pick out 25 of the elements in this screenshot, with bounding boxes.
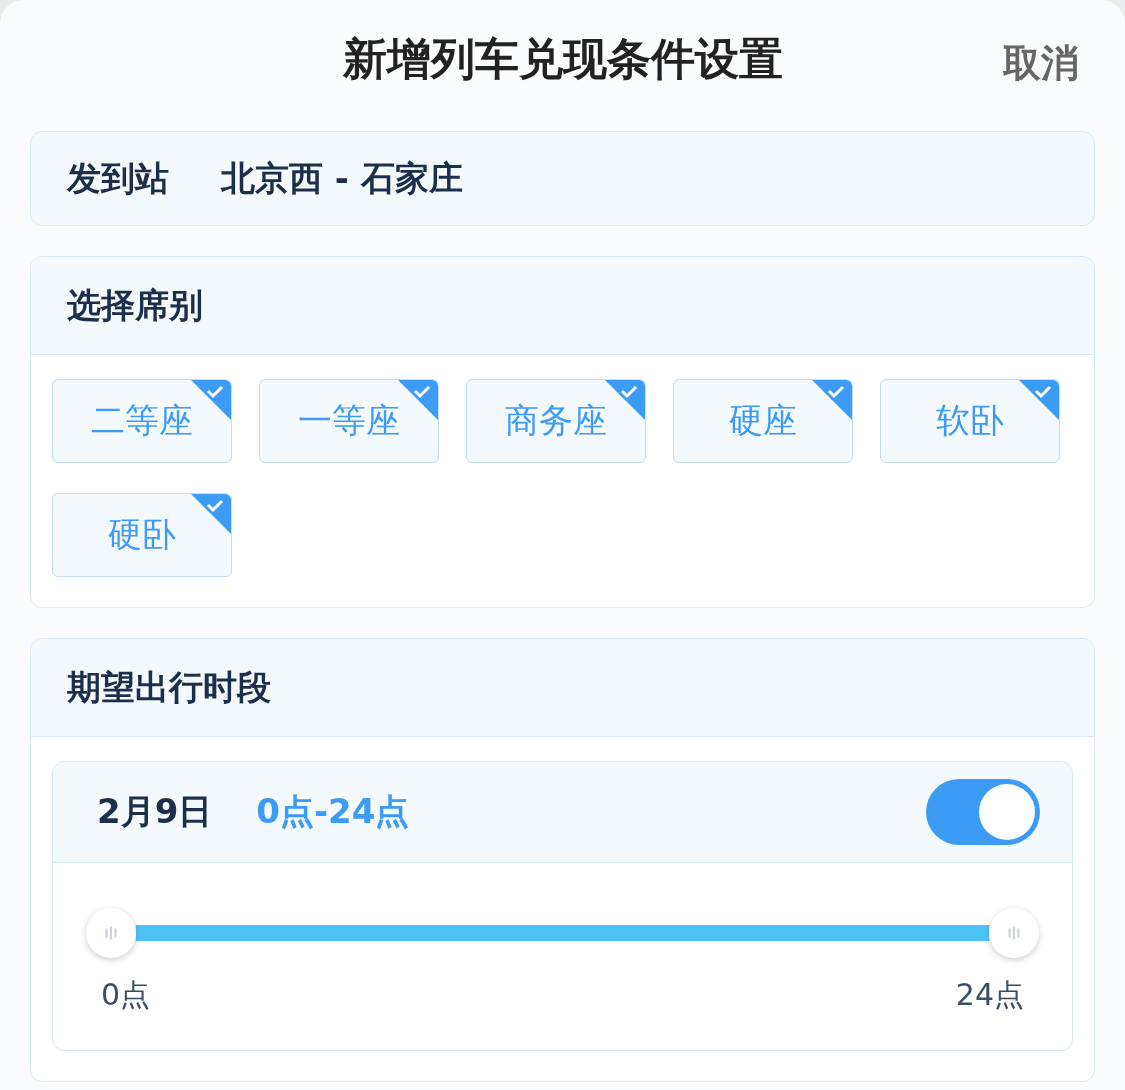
check-icon <box>191 380 231 420</box>
seat-option[interactable]: 一等座 <box>259 379 439 463</box>
seat-option[interactable]: 商务座 <box>466 379 646 463</box>
section-title: 选择席别 <box>67 283 203 327</box>
seat-option[interactable]: 硬卧 <box>52 493 232 577</box>
min-label: 0点 <box>101 976 151 1014</box>
cancel-button[interactable]: 取消 <box>1003 38 1079 89</box>
check-icon <box>1019 380 1059 420</box>
date-label: 2月9日 <box>97 790 213 833</box>
check-icon <box>605 380 645 420</box>
max-label: 24点 <box>955 976 1024 1014</box>
seat-option[interactable]: 软卧 <box>880 379 1060 463</box>
seat-option[interactable]: 二等座 <box>52 379 232 463</box>
check-icon <box>191 494 231 534</box>
section-title: 期望出行时段 <box>67 665 271 709</box>
time-range: 0点-24点 <box>256 790 411 833</box>
route-label: 发到站 <box>67 156 169 200</box>
slider-thumb[interactable] <box>86 908 136 958</box>
dialog-title: 新增列车兑现条件设置 <box>342 32 783 86</box>
seat-option[interactable]: 硬座 <box>673 379 853 463</box>
route-value: 北京西 - 石家庄 <box>221 156 463 200</box>
range-slider[interactable] <box>86 908 1039 958</box>
check-icon <box>398 380 438 420</box>
slider-thumb[interactable] <box>989 908 1039 958</box>
check-icon <box>812 380 852 420</box>
